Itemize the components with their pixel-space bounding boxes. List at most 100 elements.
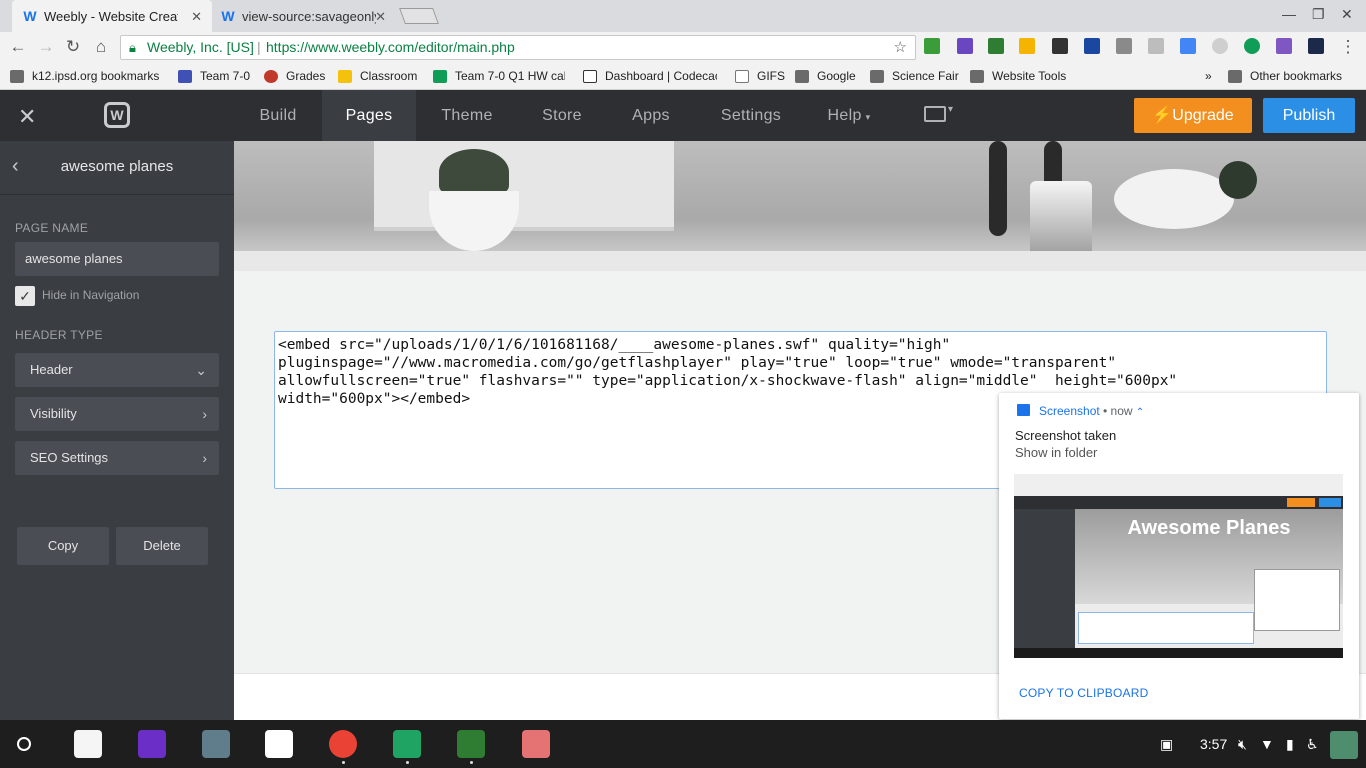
classroom-app-icon[interactable] <box>457 730 485 758</box>
screenshot-thumbnail[interactable]: Awesome Planes <box>1014 474 1343 658</box>
chrome-app-icon[interactable] <box>329 730 357 758</box>
bookmark-label: Classroom <box>360 69 418 83</box>
back-icon[interactable]: ← <box>8 37 28 57</box>
clock[interactable]: 3:57 <box>1200 736 1227 752</box>
bookmark-item[interactable]: GIFS <box>735 68 785 84</box>
page-name-input[interactable]: awesome planes <box>15 242 219 276</box>
hide-in-navigation-label: Hide in Navigation <box>42 288 140 302</box>
tab-view-source[interactable]: W view-source:savageonly. ✕ <box>210 0 396 32</box>
picture-frame <box>374 141 674 231</box>
bookmarks-bar: k12.ipsd.org bookmarks Team 7-0 Grades C… <box>0 62 1366 90</box>
bookmark-star-icon[interactable]: ☆ <box>894 36 907 59</box>
extension-icon[interactable] <box>924 38 940 54</box>
weebly-favicon-icon: W <box>23 8 37 24</box>
extension-icon[interactable] <box>1244 38 1260 54</box>
pot <box>429 191 519 251</box>
nav-theme[interactable]: Theme <box>426 90 508 141</box>
sheets-icon <box>433 69 447 83</box>
seo-settings-label: SEO Settings <box>30 450 109 465</box>
bookmark-item[interactable]: Grades <box>264 68 325 84</box>
bookmark-item[interactable]: Science Fair <box>870 68 959 84</box>
tab-weebly[interactable]: W Weebly - Website Creatio ✕ <box>12 0 212 32</box>
page-name-label: PAGE NAME <box>15 221 89 235</box>
vase <box>1030 181 1092 259</box>
home-icon[interactable]: ⌂ <box>91 37 111 57</box>
new-tab-button[interactable] <box>399 8 439 24</box>
bookmark-item[interactable]: Other bookmarks <box>1228 68 1342 84</box>
page-icon <box>735 69 749 83</box>
bookmark-item[interactable]: k12.ipsd.org bookmarks <box>10 68 159 84</box>
notification-time-value: now <box>1110 404 1133 418</box>
maximize-icon[interactable]: ❐ <box>1312 6 1325 23</box>
bookmarks-overflow[interactable]: » <box>1205 68 1212 84</box>
window-close-icon[interactable]: ✕ <box>1341 6 1353 23</box>
nav-settings[interactable]: Settings <box>706 90 796 141</box>
visibility-row[interactable]: Visibility › <box>15 397 219 431</box>
pdf-extension-icon[interactable] <box>1276 38 1292 54</box>
forward-icon[interactable]: → <box>36 37 56 57</box>
accessibility-icon[interactable]: ♿︎ <box>1306 736 1319 753</box>
extension-icon[interactable] <box>1212 38 1228 54</box>
app-g-icon[interactable] <box>522 730 550 758</box>
extension-icon[interactable] <box>957 38 973 54</box>
mute-icon[interactable]: 🔇︎ <box>1238 736 1247 753</box>
upgrade-button[interactable]: ⚡Upgrade <box>1134 98 1252 133</box>
bookmark-item[interactable]: Website Tools <box>970 68 1066 84</box>
chevron-right-icon: › <box>202 450 207 466</box>
nav-apps[interactable]: Apps <box>618 90 684 141</box>
translate-extension-icon[interactable] <box>1180 38 1196 54</box>
grades-icon <box>264 69 278 83</box>
plant-ball <box>1219 161 1257 199</box>
extension-icon[interactable] <box>1052 38 1068 54</box>
extension-icon[interactable] <box>1148 38 1164 54</box>
bookmark-item[interactable]: Team 7-0 <box>178 68 250 84</box>
files-app-icon[interactable] <box>74 730 102 758</box>
power-extension-icon[interactable] <box>1116 38 1132 54</box>
address-bar[interactable]: 🔒︎ Weebly, Inc. [US] | https://www.weebl… <box>120 35 916 60</box>
chevron-up-icon[interactable]: ⌃ <box>1136 407 1144 418</box>
sidebar-page-title: awesome planes <box>60 158 174 175</box>
reload-icon[interactable]: ↻ <box>63 37 83 57</box>
nav-build[interactable]: Build <box>244 90 312 141</box>
menu-kebab-icon[interactable]: ⋮ <box>1338 37 1358 57</box>
show-in-folder-link[interactable]: Show in folder <box>1015 445 1097 460</box>
page-settings-sidebar: ‹ awesome planes PAGE NAME awesome plane… <box>0 141 234 720</box>
caret-down-icon[interactable]: ▾ <box>948 104 953 115</box>
slides-style-app-icon[interactable] <box>138 730 166 758</box>
delete-page-button[interactable]: Delete <box>116 527 208 565</box>
battery-icon[interactable]: ▮ <box>1286 736 1294 753</box>
folder-icon <box>970 69 984 83</box>
calculator-app-icon[interactable] <box>202 730 230 758</box>
nav-pages[interactable]: Pages <box>322 90 416 141</box>
avatar[interactable] <box>1330 731 1358 759</box>
extension-icon[interactable] <box>988 38 1004 54</box>
header-type-select[interactable]: Header ⌄ <box>15 353 219 387</box>
tab-close-icon[interactable]: ✕ <box>375 9 386 25</box>
bookmark-item[interactable]: Team 7-0 Q1 HW cal <box>433 68 565 84</box>
screenshot-notification[interactable]: Screenshot • now ⌃ Screenshot taken Show… <box>999 393 1359 719</box>
copy-page-button[interactable]: Copy <box>17 527 109 565</box>
extension-icon[interactable] <box>1308 38 1324 54</box>
publish-button[interactable]: Publish <box>1263 98 1355 133</box>
seo-settings-row[interactable]: SEO Settings › <box>15 441 219 475</box>
bookmark-item[interactable]: Classroom <box>338 68 417 84</box>
gmail-app-icon[interactable] <box>265 730 293 758</box>
wifi-icon[interactable]: ▼ <box>1260 736 1274 752</box>
minimize-icon[interactable]: — <box>1282 6 1296 22</box>
drive-extension-icon[interactable] <box>1019 38 1035 54</box>
tab-close-icon[interactable]: ✕ <box>191 9 202 25</box>
nav-store[interactable]: Store <box>528 90 596 141</box>
bookmark-item[interactable]: Dashboard | Codecac <box>583 68 717 84</box>
hide-in-navigation-checkbox[interactable]: ✓ <box>15 286 35 306</box>
bookmark-item[interactable]: Google <box>795 68 856 84</box>
screenshot-tray-icon[interactable]: ▣ <box>1160 736 1173 753</box>
close-editor-icon[interactable]: ✕ <box>18 104 36 130</box>
header-image[interactable] <box>234 141 1366 271</box>
extension-icon[interactable] <box>1084 38 1100 54</box>
desktop-preview-icon[interactable] <box>924 106 946 122</box>
launcher-icon[interactable] <box>17 737 31 751</box>
browser-toolbar: ← → ↻ ⌂ 🔒︎ Weebly, Inc. [US] | https://w… <box>0 32 1366 62</box>
copy-to-clipboard-button[interactable]: COPY TO CLIPBOARD <box>1019 686 1148 700</box>
nav-help[interactable]: Help ▾ <box>820 90 878 141</box>
drive-app-icon[interactable] <box>393 730 421 758</box>
